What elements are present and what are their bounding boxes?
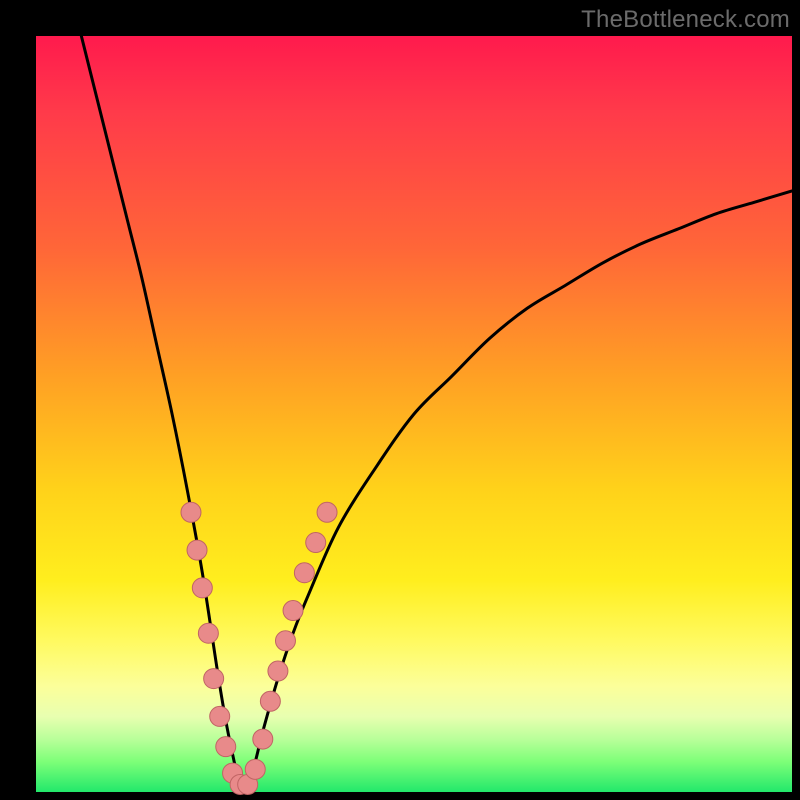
marker-dot bbox=[216, 737, 236, 757]
marker-dot bbox=[306, 533, 326, 553]
marker-dot bbox=[210, 706, 230, 726]
watermark-text: TheBottleneck.com bbox=[581, 6, 790, 34]
bottleneck-curve bbox=[81, 36, 792, 788]
marker-dot bbox=[260, 691, 280, 711]
marker-dot bbox=[187, 540, 207, 560]
marker-dot bbox=[317, 502, 337, 522]
marker-dot bbox=[283, 601, 303, 621]
curve-layer bbox=[36, 36, 792, 792]
marker-dot bbox=[245, 759, 265, 779]
marker-dot bbox=[198, 623, 218, 643]
marker-dot bbox=[204, 669, 224, 689]
marker-dot bbox=[181, 502, 201, 522]
marker-dot bbox=[253, 729, 273, 749]
marker-dot bbox=[275, 631, 295, 651]
plot-area bbox=[36, 36, 792, 792]
marker-dot bbox=[268, 661, 288, 681]
chart-frame: TheBottleneck.com bbox=[0, 0, 800, 800]
marker-dot bbox=[294, 563, 314, 583]
marker-dot bbox=[192, 578, 212, 598]
